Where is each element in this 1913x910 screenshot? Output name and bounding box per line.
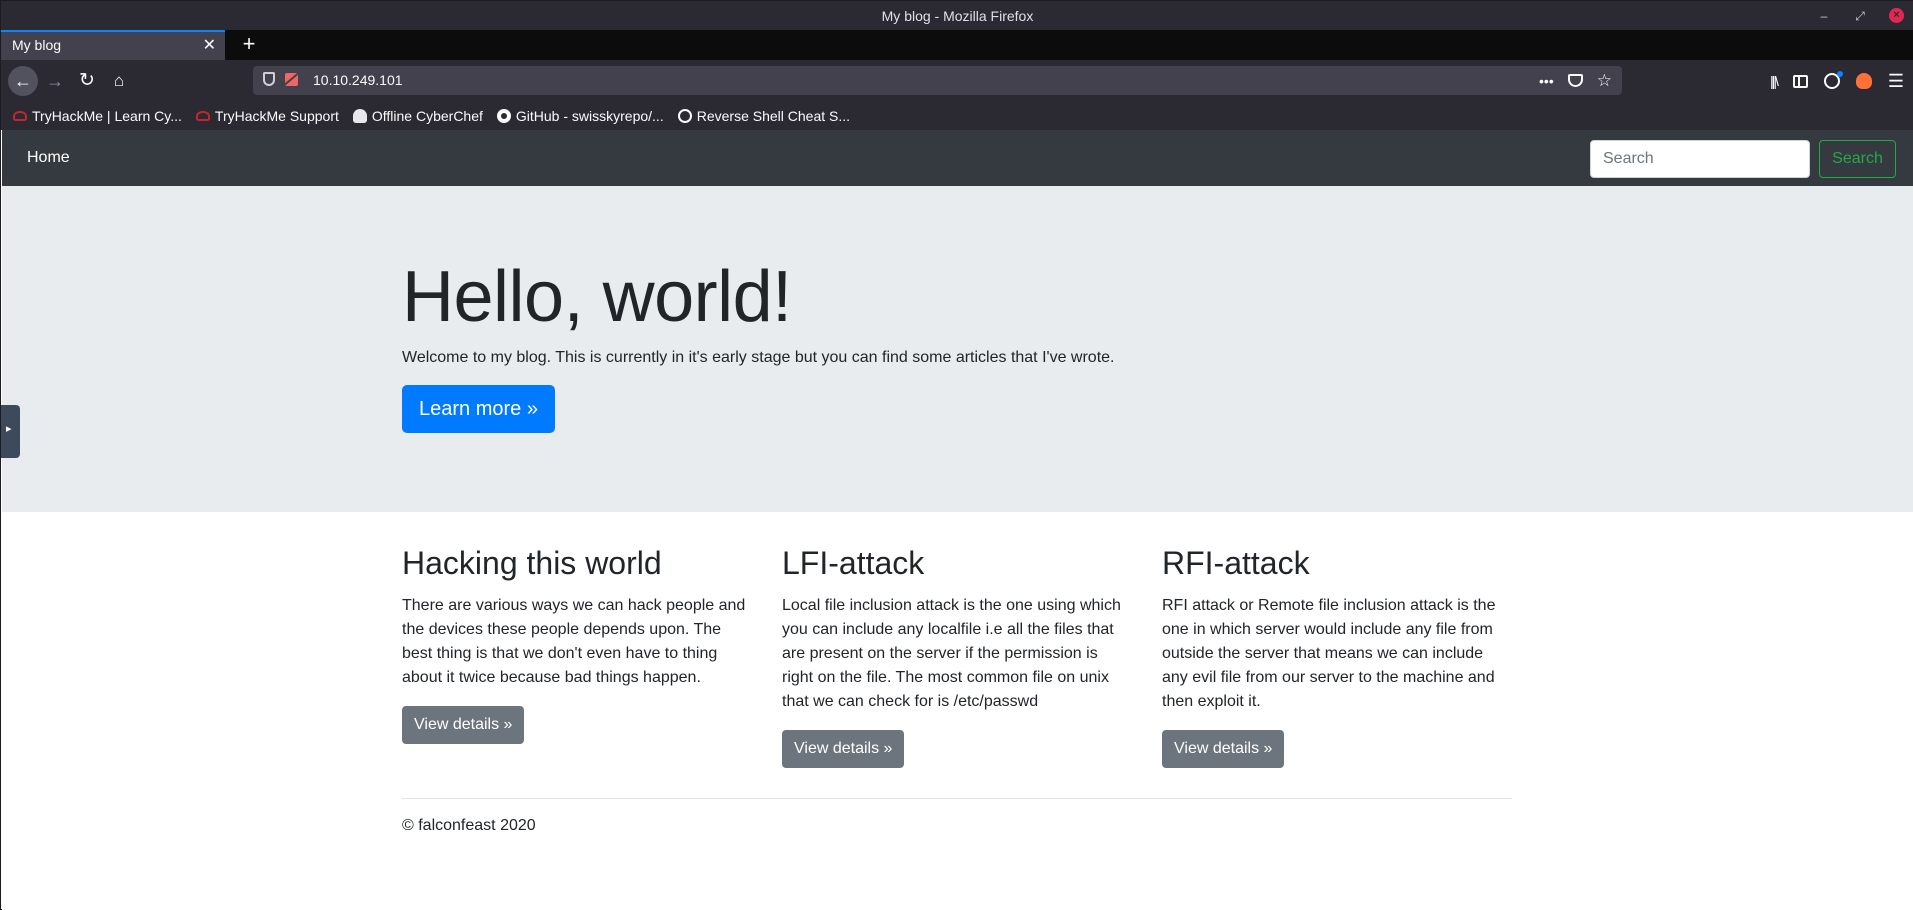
article-body: Local file inclusion attack is the one u… [782, 597, 1121, 710]
reload-icon[interactable]: ↻ [72, 66, 102, 96]
bookmark-tryhackme-learn[interactable]: TryHackMe | Learn Cy... [13, 108, 182, 124]
bookmark-reverse-shell[interactable]: Reverse Shell Cheat S... [677, 108, 851, 124]
bookmark-label: TryHackMe | Learn Cy... [32, 108, 182, 124]
tab-my-blog[interactable]: My blog ✕ [1, 30, 225, 60]
sidebar-handle[interactable] [1, 405, 20, 458]
back-arrow-icon[interactable]: ← [8, 66, 38, 96]
url-actions: ••• ☆ [1539, 66, 1612, 95]
sidebar-icon[interactable] [1792, 74, 1808, 88]
nav-home-link[interactable]: Home [27, 130, 70, 186]
bookmark-label: GitHub - swisskyrepo/... [515, 108, 664, 124]
extension-icon[interactable] [1855, 73, 1872, 89]
bookmark-star-icon[interactable]: ☆ [1597, 71, 1612, 91]
globe-icon [677, 109, 692, 123]
hamburger-menu-icon[interactable]: ☰ [1888, 71, 1904, 92]
insecure-lock-icon[interactable] [285, 73, 298, 86]
view-details-button[interactable]: View details » [1162, 730, 1285, 768]
article-body: RFI attack or Remote file inclusion atta… [1162, 597, 1496, 710]
article-title: RFI-attack [1162, 545, 1310, 581]
bookmark-label: TryHackMe Support [214, 108, 339, 124]
bookmark-offline-cyberchef[interactable]: Offline CyberChef [352, 108, 483, 124]
window-title: My blog - Mozilla Firefox [881, 8, 1034, 24]
learn-more-button[interactable]: Learn more » [402, 385, 555, 433]
close-window-icon[interactable]: × [1889, 8, 1904, 23]
bookmark-github-swisskyrepo[interactable]: GitHub - swisskyrepo/... [496, 108, 664, 124]
pocket-icon[interactable] [1567, 74, 1583, 87]
tab-strip: My blog ✕ + [1, 30, 1913, 60]
article-card: Hacking this world There are various way… [402, 545, 752, 744]
bookmark-label: Reverse Shell Cheat S... [696, 108, 851, 124]
search-button[interactable]: Search [1819, 140, 1896, 178]
view-details-button[interactable]: View details » [402, 706, 525, 744]
new-tab-button[interactable]: + [234, 30, 264, 60]
navigation-toolbar: ← → ↻ ⌂ 10.10.249.101 ••• ☆ |||\ ☰ [1, 60, 1913, 102]
article-title: Hacking this world [402, 545, 662, 581]
footer-divider [402, 798, 1512, 799]
minimize-icon[interactable]: – [1817, 9, 1831, 23]
tab-label: My blog [12, 37, 62, 53]
tab-close-icon[interactable]: ✕ [203, 32, 216, 59]
browser-window: My blog - Mozilla Firefox – ⤢ × My blog … [0, 0, 1913, 910]
article-card: RFI-attack RFI attack or Remote file inc… [1162, 545, 1512, 768]
home-icon[interactable]: ⌂ [104, 66, 134, 96]
url-text[interactable]: 10.10.249.101 [313, 66, 403, 95]
search-input[interactable] [1590, 140, 1810, 178]
tracking-shield-icon[interactable] [263, 72, 275, 86]
hero-lead: Welcome to my blog. This is currently in… [402, 349, 1115, 366]
maximize-icon[interactable]: ⤢ [1853, 9, 1867, 23]
article-body: There are various ways we can hack peopl… [402, 597, 746, 686]
footer-copyright: © falconfeast 2020 [402, 817, 536, 834]
github-icon [496, 109, 511, 123]
url-bar[interactable]: 10.10.249.101 ••• ☆ [253, 66, 1622, 95]
view-details-button[interactable]: View details » [782, 730, 905, 768]
account-icon[interactable] [1823, 71, 1843, 89]
bookmark-tryhackme-support[interactable]: TryHackMe Support [195, 108, 339, 124]
toolbar-right: |||\ ☰ [1770, 60, 1904, 102]
forward-arrow-icon[interactable]: → [40, 66, 70, 96]
tryhackme-icon [13, 111, 27, 121]
bookmarks-toolbar: TryHackMe | Learn Cy... TryHackMe Suppor… [1, 102, 1913, 130]
web-page: Home Search Hello, world! Welcome to my … [2, 130, 1913, 910]
library-icon[interactable]: |||\ [1770, 73, 1779, 89]
site-navbar: Home Search [2, 130, 1913, 186]
cyberchef-icon [352, 109, 367, 123]
article-card: LFI-attack Local file inclusion attack i… [782, 545, 1132, 768]
tryhackme-icon [195, 111, 210, 121]
window-titlebar: My blog - Mozilla Firefox – ⤢ × [1, 1, 1913, 30]
bookmark-label: Offline CyberChef [371, 108, 483, 124]
page-actions-icon[interactable]: ••• [1539, 73, 1554, 89]
hero-section: Hello, world! Welcome to my blog. This i… [2, 186, 1913, 512]
hero-title: Hello, world! [402, 257, 792, 337]
window-controls: – ⤢ × [1817, 1, 1904, 30]
article-title: LFI-attack [782, 545, 925, 581]
